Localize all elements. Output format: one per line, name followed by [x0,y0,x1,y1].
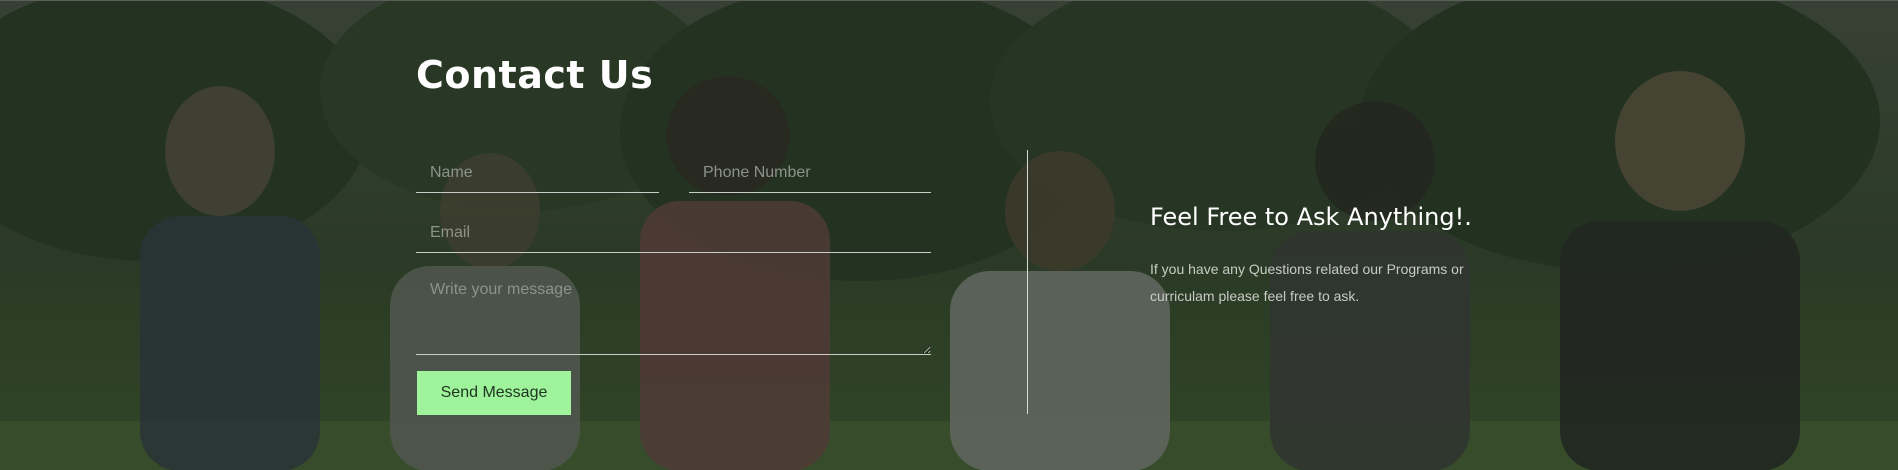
dark-overlay [0,1,1898,470]
name-input[interactable] [416,154,659,193]
send-message-button[interactable]: Send Message [417,371,571,415]
contact-section: Contact Us Send Message Feel Free to Ask… [0,0,1898,470]
info-heading: Feel Free to Ask Anything!. [1150,203,1472,231]
vertical-divider [1027,150,1028,414]
phone-input[interactable] [689,154,931,193]
message-textarea[interactable] [416,269,931,355]
page-title: Contact Us [416,53,654,97]
info-text: If you have any Questions related our Pr… [1150,261,1464,304]
email-input[interactable] [416,213,931,253]
